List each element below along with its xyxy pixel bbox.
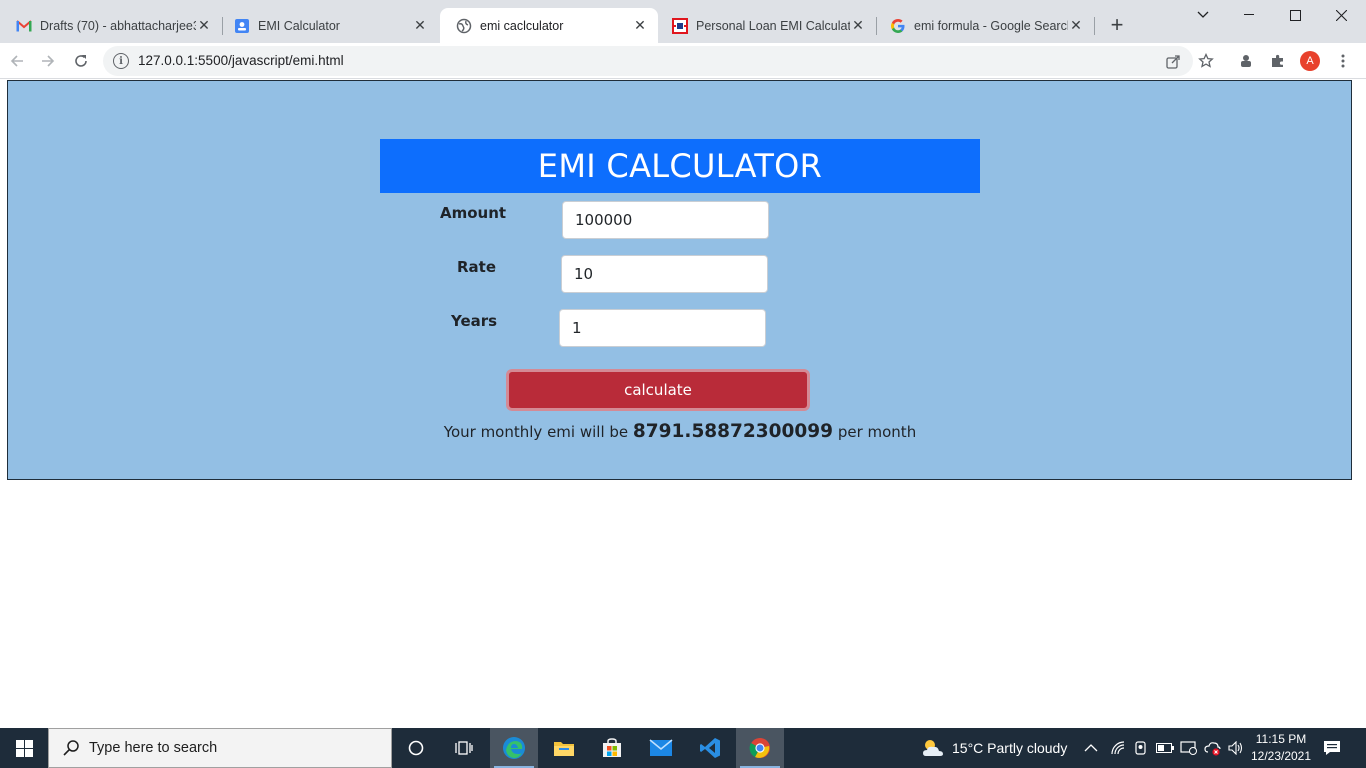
emi-result: Your monthly emi will be 8791.5887230009… bbox=[380, 421, 980, 442]
close-tab-icon[interactable]: ✕ bbox=[632, 17, 648, 34]
notifications-icon[interactable] bbox=[1322, 728, 1342, 768]
close-tab-icon[interactable]: ✕ bbox=[850, 17, 866, 34]
tab-emi-calculator[interactable]: EMI Calculator ✕ bbox=[218, 8, 438, 43]
task-view-icon[interactable] bbox=[440, 728, 488, 768]
windows-taskbar: Type here to search 15°C Partly cloudy 1… bbox=[0, 728, 1366, 768]
close-tab-icon[interactable]: ✕ bbox=[412, 17, 428, 34]
display-icon[interactable] bbox=[1180, 728, 1198, 768]
tab-title: emi caclculator bbox=[480, 18, 564, 33]
tab-title: Personal Loan EMI Calculator bbox=[696, 18, 850, 33]
bank-icon bbox=[672, 17, 688, 34]
cloud-sync-error-icon[interactable] bbox=[1204, 728, 1222, 768]
browser-toolbar: i 127.0.0.1:5500/javascript/emi.html A bbox=[0, 43, 1366, 79]
tab-search-chevron-icon[interactable] bbox=[1180, 0, 1226, 30]
result-suffix: per month bbox=[837, 423, 917, 441]
amount-input[interactable] bbox=[562, 201, 769, 239]
new-tab-button[interactable]: + bbox=[1105, 12, 1129, 37]
amount-label: Amount bbox=[440, 204, 507, 222]
address-bar[interactable]: i 127.0.0.1:5500/javascript/emi.html bbox=[103, 46, 1193, 76]
tab-divider bbox=[1094, 17, 1095, 35]
extension-icon[interactable] bbox=[1236, 51, 1256, 71]
globe-icon bbox=[456, 18, 472, 34]
page-viewport: EMI CALCULATOR Amount Rate Years calcula… bbox=[0, 80, 1366, 727]
google-icon bbox=[890, 18, 906, 34]
rate-input[interactable] bbox=[561, 255, 768, 293]
cortana-icon[interactable] bbox=[392, 728, 440, 768]
meet-now-icon[interactable] bbox=[1133, 728, 1149, 768]
chrome-icon[interactable] bbox=[736, 728, 784, 768]
mail-icon[interactable] bbox=[637, 728, 685, 768]
profile-avatar[interactable]: A bbox=[1300, 51, 1320, 71]
back-button[interactable] bbox=[3, 47, 31, 75]
file-explorer-icon[interactable] bbox=[540, 728, 588, 768]
taskbar-search[interactable]: Type here to search bbox=[48, 728, 392, 768]
tab-drafts[interactable]: Drafts (70) - abhattacharjee3! ✕ bbox=[0, 8, 222, 43]
close-window-button[interactable] bbox=[1318, 0, 1364, 30]
emi-value: 8791.58872300099 bbox=[632, 421, 834, 442]
windows-logo-icon bbox=[15, 739, 33, 757]
battery-icon[interactable] bbox=[1156, 728, 1174, 768]
tab-strip: Drafts (70) - abhattacharjee3! ✕ EMI Cal… bbox=[0, 0, 1366, 43]
years-input[interactable] bbox=[559, 309, 766, 347]
tab-google-search[interactable]: emi formula - Google Search ✕ bbox=[874, 8, 1094, 43]
search-placeholder: Type here to search bbox=[89, 740, 218, 756]
partly-cloudy-icon bbox=[923, 740, 943, 756]
rate-label: Rate bbox=[457, 258, 497, 276]
clock-time: 11:15 PM bbox=[1255, 732, 1307, 746]
forward-button[interactable] bbox=[34, 47, 62, 75]
show-hidden-icons[interactable] bbox=[1084, 728, 1098, 768]
close-tab-icon[interactable]: ✕ bbox=[196, 17, 212, 34]
microsoft-store-icon[interactable] bbox=[588, 728, 636, 768]
page-title: EMI CALCULATOR bbox=[380, 139, 980, 193]
edge-icon[interactable] bbox=[490, 728, 538, 768]
bookmark-star-icon[interactable] bbox=[1196, 51, 1216, 71]
tab-personal-loan[interactable]: Personal Loan EMI Calculator ✕ bbox=[656, 8, 876, 43]
years-label: Years bbox=[451, 312, 498, 330]
tab-title: EMI Calculator bbox=[258, 18, 340, 33]
reload-button[interactable] bbox=[67, 47, 95, 75]
site-info-icon[interactable]: i bbox=[113, 53, 129, 69]
minimize-button[interactable] bbox=[1226, 0, 1272, 30]
extensions-puzzle-icon[interactable] bbox=[1268, 51, 1288, 71]
chevron-up-icon bbox=[1084, 744, 1098, 752]
clock[interactable]: 11:15 PM 12/23/2021 bbox=[1244, 731, 1318, 765]
volume-icon[interactable] bbox=[1228, 728, 1244, 768]
weather-text: 15°C Partly cloudy bbox=[952, 740, 1068, 756]
calculate-button[interactable]: calculate bbox=[506, 369, 810, 411]
emi-calculator-container: EMI CALCULATOR Amount Rate Years calcula… bbox=[7, 80, 1352, 480]
result-prefix: Your monthly emi will be bbox=[443, 423, 629, 441]
gmail-icon bbox=[16, 18, 32, 34]
document-icon bbox=[234, 18, 250, 34]
share-icon[interactable] bbox=[1164, 52, 1182, 70]
url-text: 127.0.0.1:5500/javascript/emi.html bbox=[138, 53, 344, 68]
search-icon bbox=[61, 738, 81, 758]
start-button[interactable] bbox=[0, 728, 48, 768]
vscode-icon[interactable] bbox=[686, 728, 734, 768]
weather-widget[interactable]: 15°C Partly cloudy bbox=[920, 728, 1067, 768]
menu-kebab-icon[interactable] bbox=[1333, 51, 1353, 71]
close-tab-icon[interactable]: ✕ bbox=[1068, 17, 1084, 34]
tab-emi-caclculator-active[interactable]: emi caclculator ✕ bbox=[440, 8, 658, 43]
network-icon[interactable] bbox=[1110, 728, 1126, 768]
tab-title: emi formula - Google Search bbox=[914, 18, 1068, 33]
clock-date: 12/23/2021 bbox=[1250, 749, 1312, 763]
tab-title: Drafts (70) - abhattacharjee3! bbox=[40, 18, 196, 33]
maximize-button[interactable] bbox=[1272, 0, 1318, 30]
